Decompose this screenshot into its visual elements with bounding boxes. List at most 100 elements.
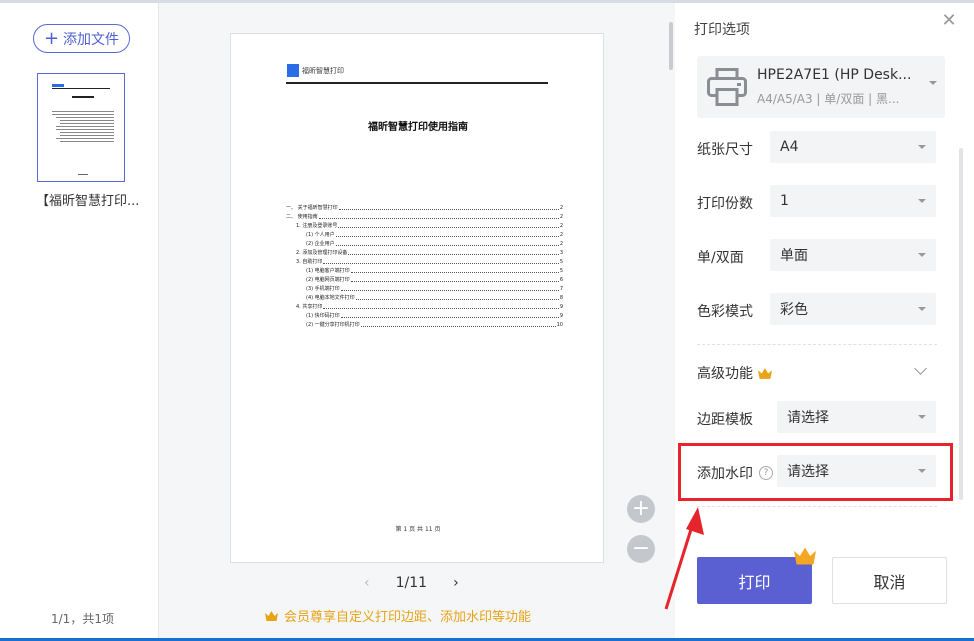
toc-label: (4) 电脑本地文件打印 — [306, 295, 355, 301]
toc-row: (1) 个人用户 2 — [286, 229, 563, 238]
toc-row: (2) 企业用户 2 — [286, 238, 563, 247]
vip-note-text: 会员尊享自定义打印边距、添加水印等功能 — [284, 610, 532, 625]
toc-label: 1. 注册及登录账号 — [296, 223, 338, 229]
header-rule — [286, 82, 548, 84]
thumb-line — [52, 114, 114, 115]
divider — [697, 506, 937, 507]
paper-size-label: 纸张尺寸 — [697, 142, 753, 158]
options-scrollbar[interactable] — [959, 148, 963, 500]
paper-size-select[interactable]: A4 — [770, 131, 936, 163]
logo-icon — [287, 64, 299, 77]
toc-page: 2 — [559, 223, 563, 229]
copies-select[interactable]: 1 — [770, 185, 936, 217]
toc-row: (4) 电脑本地文件打印 8 — [286, 292, 563, 301]
thumb-line — [56, 138, 114, 139]
toc-label: 一、 关于福昕智慧打印 — [286, 205, 338, 211]
toc-label: (3) 手机端打印 — [306, 286, 340, 292]
toc-page: 5 — [559, 259, 563, 265]
thumb-line — [56, 117, 114, 118]
print-dialog: + 添加文件 【福昕智慧打印... 1/1，共1项 福昕智慧打印 福昕智慧打印使… — [0, 0, 974, 638]
thumb-footer — [78, 174, 88, 175]
thumb-line — [60, 135, 114, 136]
toc-row: (2) 电脑网页端打印 6 — [286, 274, 563, 283]
add-file-label: 添加文件 — [63, 31, 120, 48]
toc-label: 3. 自助打印 — [296, 259, 323, 265]
toc-page: 7 — [559, 286, 563, 292]
zoom-in-button[interactable]: + — [627, 495, 655, 523]
margin-template-select[interactable]: 请选择 — [777, 401, 936, 433]
plus-icon: + — [631, 496, 651, 521]
copies-value: 1 — [780, 193, 789, 209]
toc-row: (2) 一键分享打印机打印 10 — [286, 319, 563, 328]
doc-title: 福昕智慧打印使用指南 — [368, 122, 468, 133]
toc-row: (1) 电脑客户端打印 5 — [286, 265, 563, 274]
page-preview: 福昕智慧打印 福昕智慧打印使用指南 一、 关于福昕智慧打印 2 二、 使用指南 2 1.… — [230, 33, 604, 563]
paper-size-value: A4 — [780, 139, 799, 155]
file-thumbnail[interactable] — [37, 73, 125, 182]
printer-select[interactable]: HPE2A7E1 (HP Desk... A4/A5/A3 | 单/双面 | 黑… — [697, 56, 945, 118]
crown-icon — [758, 367, 772, 379]
toc-page: 2 — [559, 205, 563, 211]
toc-label: 二、 使用指南 — [286, 214, 318, 220]
toc-leader — [350, 281, 559, 282]
thumb-line — [60, 120, 114, 121]
toc-leader — [360, 326, 556, 327]
thumb-rule — [52, 88, 110, 89]
toc-label: (1) 快印码打印 — [306, 313, 340, 319]
color-mode-label: 色彩模式 — [697, 304, 753, 320]
thumb-line — [52, 111, 114, 112]
close-icon[interactable]: ✕ — [940, 12, 958, 30]
duplex-label: 单/双面 — [697, 250, 744, 266]
toc-label: (1) 电脑客户端打印 — [306, 268, 350, 274]
toc-page: 9 — [559, 304, 563, 310]
toc-page: 2 — [559, 214, 563, 220]
color-mode-value: 彩色 — [780, 302, 808, 318]
toc-label: 2. 添加及管理打印设备 — [296, 250, 348, 256]
toc-leader — [323, 308, 559, 309]
toc-row: 二、 使用指南 2 — [286, 211, 563, 220]
toc-leader — [350, 272, 559, 273]
toc-row: 3. 自助打印 5 — [286, 256, 563, 265]
crown-icon — [265, 610, 278, 621]
toc-page: 2 — [559, 232, 563, 238]
toc-page: 10 — [556, 322, 563, 328]
prev-page-icon[interactable]: ‹ — [364, 575, 370, 591]
toc-row: (1) 快印码打印 9 — [286, 310, 563, 319]
toc-row: (3) 手机端打印 7 — [286, 283, 563, 292]
toc-label: (2) 企业用户 — [306, 241, 335, 247]
doc-logo: 福昕智慧打印 — [287, 64, 344, 77]
toc-leader — [340, 290, 559, 291]
chevron-down-icon — [918, 253, 926, 257]
duplex-select[interactable]: 单面 — [770, 239, 936, 271]
advanced-toggle[interactable]: 高级功能 — [697, 363, 772, 383]
printer-desc: A4/A5/A3 | 单/双面 | 黑... — [757, 92, 900, 106]
zoom-out-button[interactable]: − — [627, 535, 655, 563]
toc-row: 4. 共享打印 9 — [286, 301, 563, 310]
file-name[interactable]: 【福昕智慧打印... — [36, 190, 139, 209]
toc-leader — [335, 245, 559, 246]
preview-scrollbar[interactable] — [669, 22, 673, 70]
toc-page: 3 — [559, 250, 563, 256]
next-page-icon[interactable]: › — [453, 575, 459, 591]
toc-leader — [355, 299, 559, 300]
add-file-button[interactable]: + 添加文件 — [33, 24, 130, 53]
vip-note[interactable]: 会员尊享自定义打印边距、添加水印等功能 — [265, 606, 531, 625]
thumb-logo — [52, 84, 64, 87]
thumb-line — [60, 141, 114, 142]
page-indicator: 1/11 — [395, 575, 428, 591]
toc-label: (2) 电脑网页端打印 — [306, 277, 350, 283]
cancel-button[interactable]: 取消 — [832, 557, 947, 604]
panel-title: 打印选项 — [694, 22, 750, 38]
toc-page: 5 — [559, 268, 563, 274]
thumb-line — [60, 123, 114, 124]
toc-leader — [348, 254, 559, 255]
toc-page: 9 — [559, 313, 563, 319]
color-mode-select[interactable]: 彩色 — [770, 293, 936, 325]
minus-icon: − — [631, 536, 651, 561]
toc-label: (1) 个人用户 — [306, 232, 335, 238]
plus-icon: + — [43, 27, 60, 49]
chevron-down-icon — [918, 199, 926, 203]
chevron-down-icon — [918, 307, 926, 311]
margin-template-value: 请选择 — [787, 410, 829, 426]
chevron-down-icon — [918, 415, 926, 419]
